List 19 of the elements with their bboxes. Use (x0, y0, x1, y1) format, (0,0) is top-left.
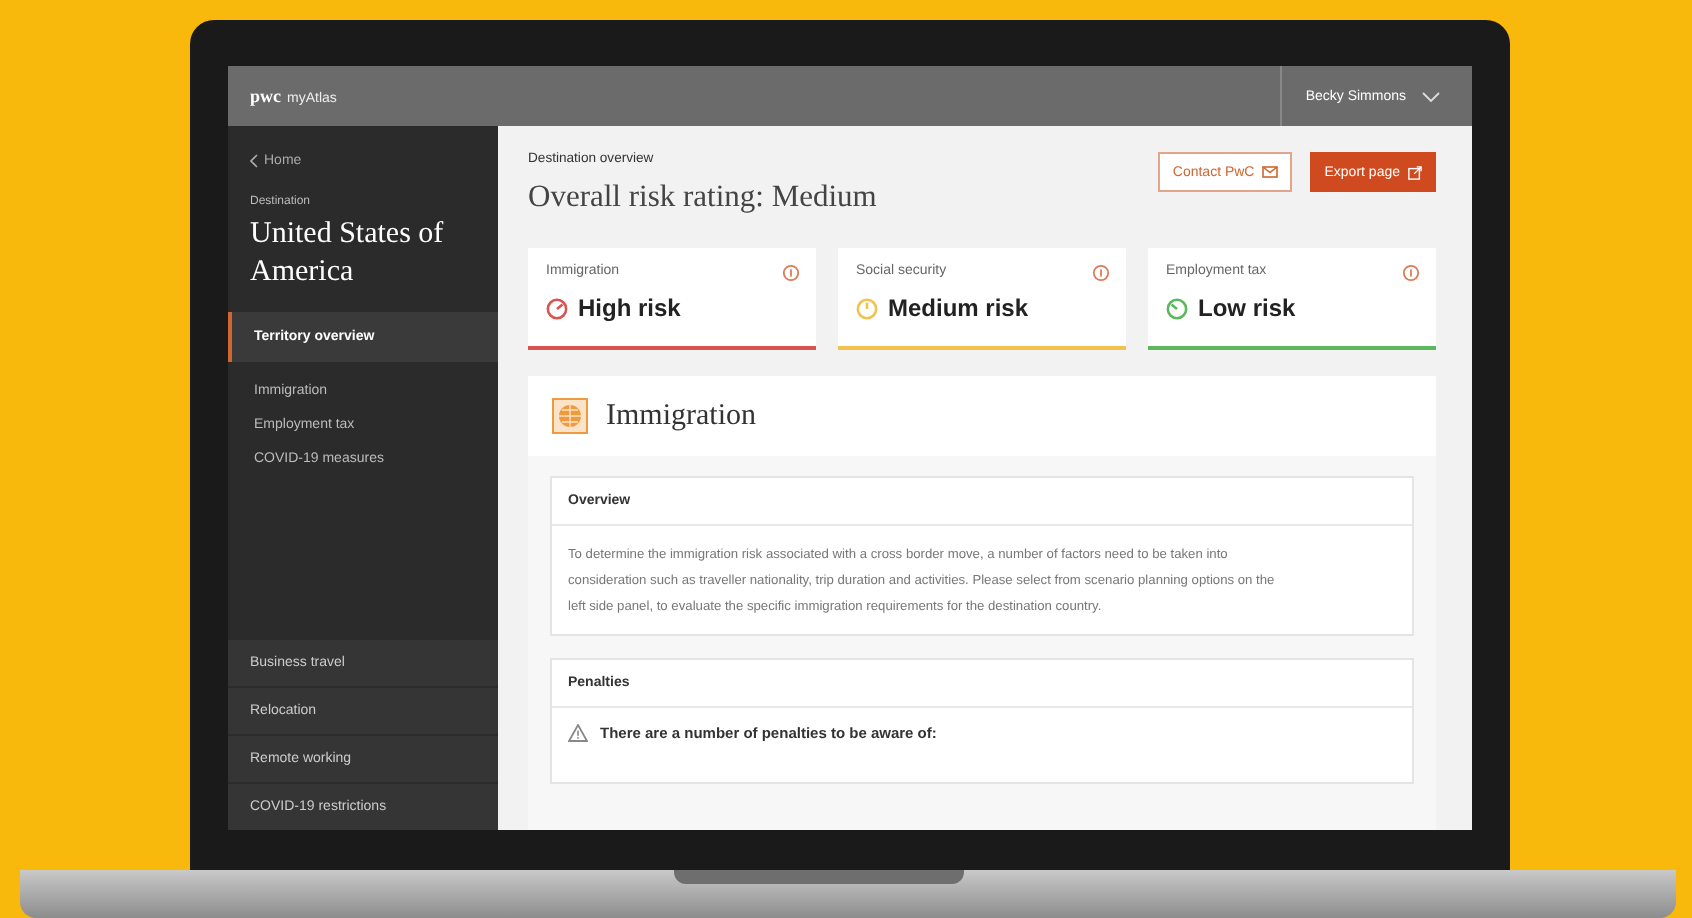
warning-icon (568, 724, 588, 742)
risk-rating: High risk (578, 294, 681, 322)
globe-icon (552, 398, 588, 434)
risk-rating: Low risk (1198, 294, 1296, 322)
chevron-down-icon (1422, 91, 1440, 101)
export-icon (1408, 165, 1422, 179)
info-icon[interactable] (782, 264, 800, 282)
info-icon[interactable] (1402, 264, 1420, 282)
chevron-left-icon (250, 154, 258, 168)
destination-name: United States of America (248, 216, 446, 292)
gauge-icon (856, 297, 878, 319)
gauge-icon (1166, 297, 1188, 319)
info-icon[interactable] (1092, 264, 1110, 282)
section-title: Immigration (606, 399, 756, 433)
brand-logo[interactable]: pwc (250, 86, 281, 106)
risk-rating: Medium risk (888, 294, 1029, 322)
mail-icon (1262, 166, 1279, 178)
page-title: Overall risk rating: Medium (528, 180, 877, 216)
gauge-icon (546, 297, 568, 319)
